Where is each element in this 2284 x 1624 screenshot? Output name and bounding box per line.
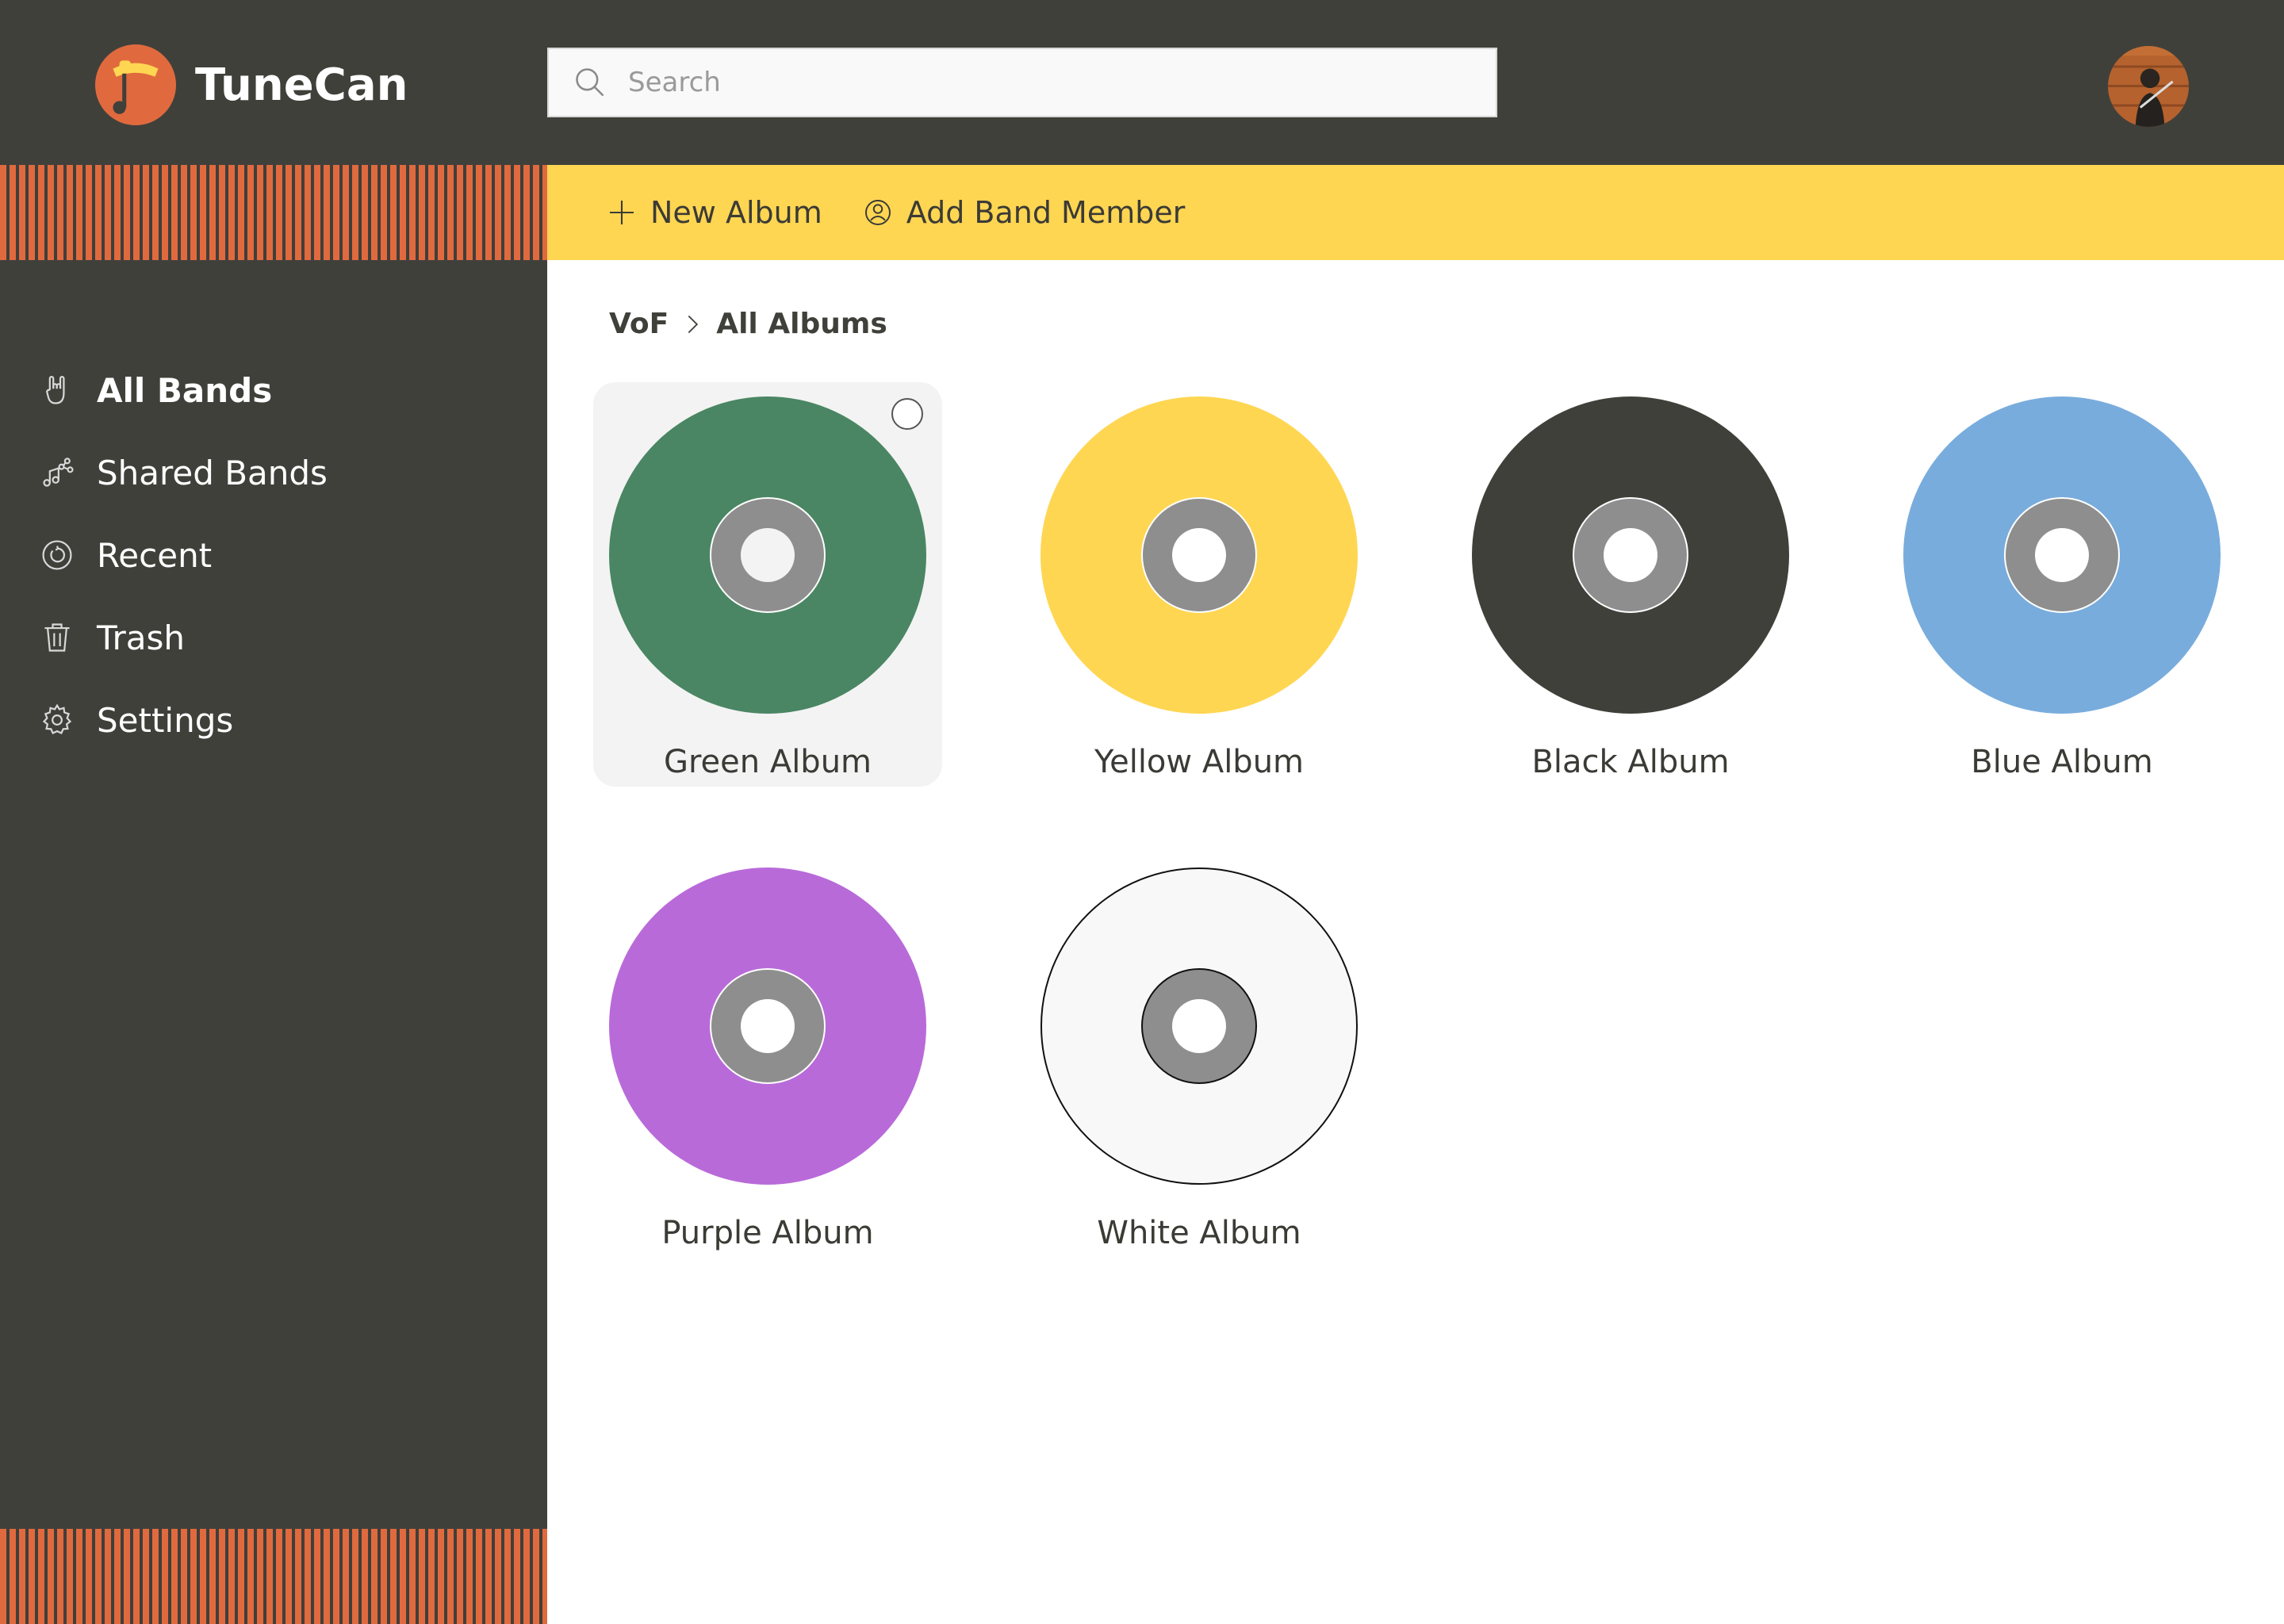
action-bar: New Album Add Band Member [547, 165, 2284, 260]
trash-icon [44, 623, 70, 652]
rock-hand-icon [46, 376, 65, 404]
new-album-label: New Album [650, 195, 822, 230]
album-label: Green Album [663, 744, 872, 780]
sidebar-item-settings[interactable]: Settings [0, 679, 547, 761]
add-member-icon [864, 200, 891, 225]
sidebar-item-label: Trash [97, 618, 185, 657]
album-disc-icon [1040, 868, 1358, 1185]
album-card-black[interactable]: Black Album [1456, 382, 1805, 787]
sidebar-item-label: Shared Bands [97, 453, 328, 492]
album-label: White Album [1097, 1215, 1301, 1251]
breadcrumb: VoF All Albums [609, 308, 887, 340]
search-input[interactable] [627, 66, 1420, 99]
sidebar-item-recent[interactable]: Recent [0, 514, 547, 596]
sidebar-item-all-bands[interactable]: All Bands [0, 349, 547, 431]
album-disc-icon [1903, 396, 2221, 714]
user-avatar[interactable] [2108, 46, 2189, 127]
sidebar-stripe-bottom [0, 1529, 547, 1624]
sidebar-item-trash[interactable]: Trash [0, 596, 547, 679]
album-disc-icon [609, 868, 926, 1185]
sidebar-nav: All Bands Shared Bands Recent Trash Sett… [0, 349, 547, 761]
sidebar-item-label: Recent [97, 535, 213, 575]
share-music-icon [43, 458, 74, 487]
album-disc-icon [609, 396, 926, 714]
sidebar-item-label: All Bands [97, 370, 273, 410]
tunecan-logo-icon [95, 44, 176, 125]
album-label: Purple Album [661, 1215, 874, 1251]
gear-icon [42, 703, 72, 734]
album-card-purple[interactable]: Purple Album [593, 853, 942, 1258]
search-icon [576, 68, 604, 97]
album-label: Yellow Album [1094, 744, 1305, 780]
album-card-green[interactable]: Green Album [593, 382, 942, 787]
avatar-image [2108, 46, 2189, 127]
breadcrumb-current: All Albums [716, 308, 887, 340]
sidebar-item-label: Settings [97, 700, 234, 740]
add-band-member-button[interactable]: Add Band Member [864, 195, 1186, 230]
sidebar-stripe-top [0, 165, 547, 260]
new-album-button[interactable]: New Album [607, 195, 822, 230]
album-card-yellow[interactable]: Yellow Album [1025, 382, 1374, 787]
album-disc-icon [1472, 396, 1789, 714]
album-card-blue[interactable]: Blue Album [1887, 382, 2236, 787]
add-band-member-label: Add Band Member [906, 195, 1186, 230]
album-select-checkbox[interactable] [891, 398, 923, 430]
sidebar: All Bands Shared Bands Recent Trash Sett… [0, 165, 547, 1624]
app-logo[interactable]: TuneCan [95, 44, 408, 125]
search-bar[interactable] [547, 48, 1497, 117]
recent-clock-icon [42, 540, 72, 570]
album-disc-icon [1040, 396, 1358, 714]
app-name: TuneCan [195, 59, 408, 111]
plus-icon [610, 201, 634, 224]
sidebar-item-shared-bands[interactable]: Shared Bands [0, 431, 547, 514]
album-label: Black Album [1531, 744, 1730, 780]
chevron-right-icon [688, 315, 699, 333]
top-bar: TuneCan [0, 0, 2284, 165]
breadcrumb-root[interactable]: VoF [609, 308, 669, 340]
album-card-white[interactable]: White Album [1025, 853, 1374, 1258]
album-label: Blue Album [1971, 744, 2153, 780]
